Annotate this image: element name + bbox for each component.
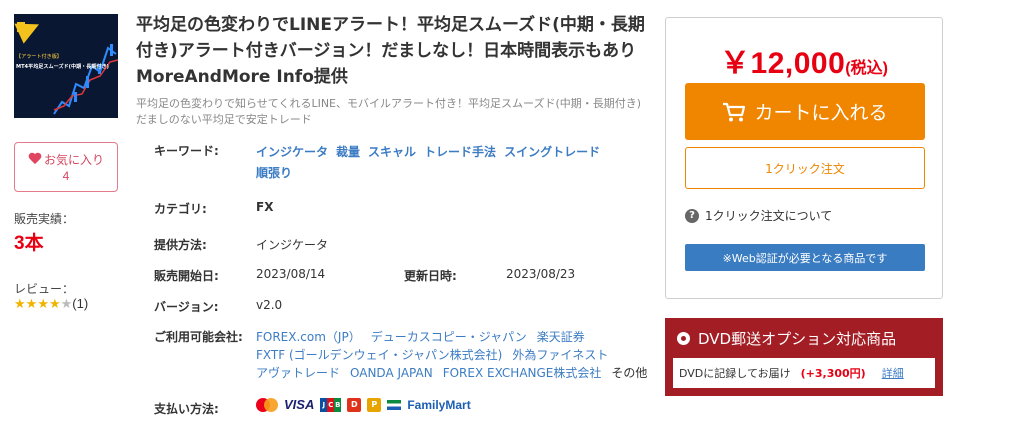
- familymart-icon: [387, 399, 402, 410]
- start-date-label: 販売開始日:: [154, 269, 219, 283]
- payment-label: 支払い方法:: [154, 402, 219, 416]
- companies-label: ご利用可能会社:: [154, 330, 243, 344]
- company-link[interactable]: FOREX EXCHANGE株式会社: [443, 366, 602, 380]
- company-link[interactable]: 外為ファイネスト: [512, 348, 608, 362]
- dvd-price: (+3,300円): [800, 367, 866, 380]
- payment-icons: VISA JCB D P FamilyMart: [256, 397, 471, 412]
- company-link[interactable]: 楽天証券: [537, 330, 585, 344]
- review-count: (1): [72, 296, 89, 311]
- favorite-count: 4: [62, 169, 70, 183]
- product-subtitle: 平均足の色変わりで知らせてくれるLINE、モバイルアラート付き！平均足スムーズド…: [136, 97, 653, 126]
- add-to-cart-label: カートに入れる: [754, 102, 888, 124]
- thumbnail-tag: 【アラート付き版】: [16, 53, 62, 60]
- payment-icon-orange: P: [367, 397, 382, 412]
- mastercard-icon: [256, 397, 278, 412]
- familymart-label: FamilyMart: [407, 397, 471, 412]
- version-value: v2.0: [256, 298, 283, 312]
- updated-date-label: 更新日時:: [404, 269, 457, 283]
- one-click-about-link[interactable]: ? 1クリック注文について: [685, 207, 832, 224]
- company-link[interactable]: OANDA JAPAN: [350, 366, 433, 380]
- review-label: レビュー：: [14, 282, 75, 296]
- sales-count: 3本: [14, 233, 44, 254]
- dvd-desc: DVDに記録してお届け: [679, 367, 791, 380]
- company-link[interactable]: デューカスコピー・ジャパン: [371, 330, 527, 344]
- jcb-icon: JCB: [320, 397, 342, 412]
- category-link[interactable]: FX: [256, 200, 273, 214]
- price-value: ￥12,000: [720, 47, 846, 80]
- cart-icon: [723, 102, 746, 121]
- keyword-link[interactable]: 順張り: [256, 166, 292, 180]
- keyword-link[interactable]: 裁量: [336, 145, 360, 159]
- start-date-value: 2023/08/14: [256, 267, 326, 281]
- version-label: バージョン:: [154, 300, 219, 314]
- keyword-link[interactable]: スキャル: [368, 145, 416, 159]
- keyword-link[interactable]: インジケータ: [256, 145, 328, 159]
- dvd-disc-icon: [677, 332, 690, 345]
- star-empty-icon: ★: [60, 296, 73, 311]
- price: ￥12,000(税込): [666, 38, 942, 82]
- payment-icon-red: D: [347, 397, 362, 412]
- product-thumbnail[interactable]: 【アラート付き版】 MT4平均足スムーズド(中期・長期付き): [14, 14, 118, 118]
- purchase-box: ￥12,000(税込) カートに入れる 1クリック注文 ? 1クリック注文につい…: [665, 17, 943, 299]
- favorite-button[interactable]: お気に入り 4: [14, 142, 118, 192]
- provision-label: 提供方法:: [154, 238, 207, 252]
- updated-date-value: 2023/08/23: [506, 267, 576, 281]
- price-tax-note: (税込): [845, 60, 888, 77]
- star-filled-icon: ★: [37, 296, 49, 311]
- keyword-link[interactable]: スイングトレード: [504, 145, 600, 159]
- visa-icon: VISA: [284, 397, 315, 412]
- one-click-about-label: 1クリック注文について: [705, 209, 833, 223]
- sales-label: 販売実績：: [14, 212, 75, 226]
- keyword-link[interactable]: トレード手法: [424, 145, 496, 159]
- dvd-details-link[interactable]: 詳細: [882, 365, 904, 381]
- star-filled-icon: ★: [25, 296, 38, 311]
- one-click-order-button[interactable]: 1クリック注文: [685, 147, 925, 189]
- thumbnail-caption: MT4平均足スムーズド(中期・長期付き): [16, 63, 110, 70]
- product-title: 平均足の色変わりでLINEアラート！平均足スムーズド(中期・長期付き)アラート付…: [136, 15, 645, 87]
- star-filled-icon: ★: [48, 296, 61, 311]
- dvd-option-panel: DVD郵送オプション対応商品 DVDに記録してお届け (+3,300円) 詳細: [665, 318, 943, 396]
- company-link[interactable]: FOREX.com（JP）: [256, 330, 361, 344]
- web-auth-notice: ※Web認証が必要となる商品です: [685, 244, 925, 271]
- company-link[interactable]: アヴァトレード: [256, 366, 340, 380]
- review-rating[interactable]: ★★★★★(1): [14, 296, 88, 312]
- keyword-label: キーワード:: [154, 144, 219, 158]
- star-rating: ★★★★★: [14, 296, 72, 311]
- question-icon: ?: [685, 208, 699, 223]
- favorite-label: お気に入り: [43, 153, 104, 167]
- star-filled-icon: ★: [14, 296, 26, 311]
- add-to-cart-button[interactable]: カートに入れる: [685, 83, 925, 140]
- provision-value: インジケータ: [256, 238, 329, 252]
- companies-other: その他: [611, 366, 648, 380]
- dvd-option-title: DVD郵送オプション対応商品: [698, 330, 897, 348]
- category-label: カテゴリ:: [154, 202, 207, 216]
- company-link[interactable]: FXTF (ゴールデンウェイ・ジャパン株式会社): [256, 348, 502, 362]
- heart-icon: [28, 153, 42, 166]
